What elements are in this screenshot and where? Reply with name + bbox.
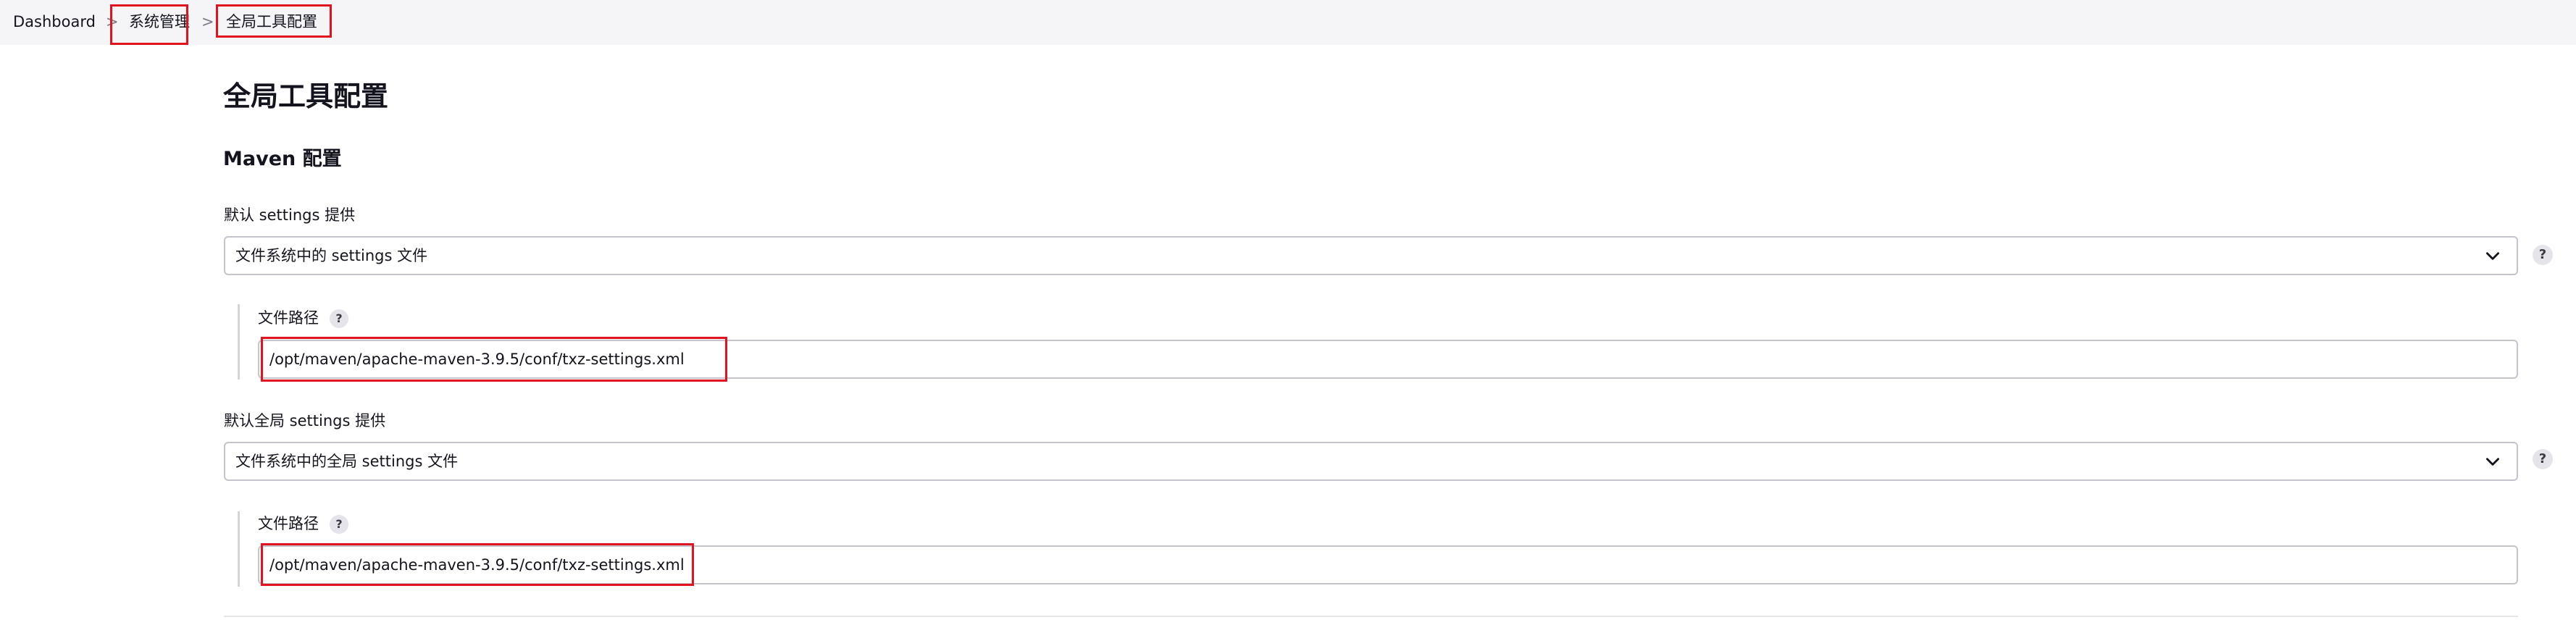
global-settings-file-path-label: 文件路径	[258, 515, 319, 532]
help-icon[interactable]: ?	[330, 515, 348, 534]
global-settings-file-path-value: /opt/maven/apache-maven-3.9.5/conf/txz-s…	[269, 556, 685, 574]
nested-section-bar	[238, 304, 240, 380]
page-title: 全局工具配置	[223, 80, 389, 112]
settings-file-path-value: /opt/maven/apache-maven-3.9.5/conf/txz-s…	[269, 351, 685, 368]
global-settings-provider-selected: 文件系统中的全局 settings 文件	[235, 453, 459, 470]
global-settings-provider-select[interactable]: 文件系统中的全局 settings 文件	[224, 442, 2518, 481]
global-settings-provider-label: 默认全局 settings 提供	[224, 412, 386, 429]
settings-provider-selected: 文件系统中的 settings 文件	[235, 247, 428, 264]
settings-provider-label: 默认 settings 提供	[224, 206, 356, 224]
breadcrumb-global-tool-config[interactable]: 全局工具配置	[226, 12, 317, 32]
breadcrumb-separator: >	[106, 13, 119, 30]
global-settings-file-path-input[interactable]: /opt/maven/apache-maven-3.9.5/conf/txz-s…	[258, 545, 2518, 584]
settings-file-path-input[interactable]: /opt/maven/apache-maven-3.9.5/conf/txz-s…	[258, 340, 2518, 379]
chevron-down-icon	[2486, 458, 2499, 466]
settings-file-path-label: 文件路径	[258, 309, 319, 327]
breadcrumb-system-management[interactable]: 系统管理	[129, 12, 190, 32]
help-icon[interactable]: ?	[2533, 245, 2553, 265]
help-icon[interactable]: ?	[330, 309, 348, 328]
breadcrumb-separator: >	[201, 13, 214, 30]
nested-section-bar	[238, 511, 240, 587]
breadcrumb-dashboard[interactable]: Dashboard	[13, 12, 96, 32]
breadcrumb: Dashboard > 系统管理 > 全局工具配置	[0, 0, 2576, 45]
settings-provider-select[interactable]: 文件系统中的 settings 文件	[224, 236, 2518, 275]
divider	[224, 616, 2518, 617]
help-icon[interactable]: ?	[2533, 449, 2553, 469]
section-title: Maven 配置	[223, 148, 342, 170]
chevron-down-icon	[2486, 252, 2499, 260]
